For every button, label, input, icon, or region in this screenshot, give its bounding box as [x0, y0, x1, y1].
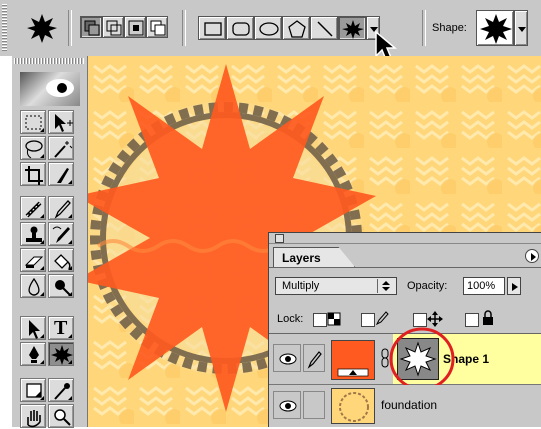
shape-layers-mode-button[interactable] — [80, 16, 102, 38]
fill-slider-icon — [337, 368, 369, 377]
marquee-tool[interactable] — [20, 110, 46, 134]
lock-all-checkbox[interactable] — [465, 313, 479, 327]
shape-picker[interactable] — [476, 10, 514, 46]
opacity-input[interactable]: 100% — [463, 277, 505, 295]
combine-icon — [150, 20, 166, 36]
custom-shape-icon — [342, 20, 364, 39]
lock-image-checkbox[interactable] — [361, 313, 375, 327]
healing-brush-tool[interactable] — [20, 196, 46, 220]
layer-visibility-toggle[interactable] — [273, 391, 301, 419]
magic-wand-tool[interactable] — [48, 136, 74, 160]
options-bar: Shape: — [0, 0, 541, 63]
layer-brush-indicator[interactable] — [303, 344, 325, 372]
brush-tool[interactable] — [48, 196, 74, 220]
tab-layers[interactable]: Layers — [273, 247, 355, 267]
layers-palette: Layers Multiply Opacity: 100% Lock: Shap… — [268, 232, 541, 427]
checker-icon — [327, 312, 341, 326]
layer-fill-thumbnail[interactable] — [331, 340, 375, 380]
toolbox-grip[interactable] — [14, 58, 84, 64]
lock-label: Lock: — [277, 313, 304, 325]
blend-mode-select[interactable]: Multiply — [275, 277, 397, 295]
shape-label: Shape: — [432, 22, 467, 34]
type-tool-glyph: T — [54, 317, 68, 339]
ellipse-tool-button[interactable] — [254, 16, 282, 40]
gear-thumbnail-icon — [339, 392, 369, 422]
shape-layers-icon — [84, 20, 100, 36]
polygon-tool-button[interactable] — [282, 16, 310, 40]
polygon-icon — [288, 20, 306, 38]
annotation-circle — [389, 327, 455, 391]
ellipse-icon — [259, 22, 279, 36]
tool-preset-picker[interactable] — [22, 10, 62, 46]
blend-mode-value: Multiply — [282, 280, 320, 292]
padlock-icon — [483, 310, 493, 325]
line-icon — [317, 21, 333, 37]
layer-row-foundation[interactable]: foundation — [269, 385, 541, 427]
triangle-right-icon — [531, 253, 536, 261]
options-bar-grip[interactable] — [2, 4, 7, 52]
opacity-value: 100% — [467, 280, 496, 292]
crop-tool[interactable] — [20, 162, 46, 186]
magnifier-icon — [54, 409, 71, 426]
adobe-online-logo[interactable] — [20, 72, 80, 106]
up-down-arrows-icon — [382, 281, 390, 291]
chevron-down-icon — [518, 27, 526, 32]
custom-shape-tool-button[interactable] — [338, 16, 366, 40]
pen-tool[interactable] — [20, 342, 46, 366]
layer-thumbnail[interactable] — [331, 388, 375, 424]
layer-name[interactable]: foundation — [381, 398, 437, 412]
zoom-tool[interactable] — [48, 404, 74, 428]
eye-logo-icon — [46, 79, 74, 97]
star-burst-shape-icon — [480, 14, 512, 44]
path-selection-tool[interactable] — [20, 316, 46, 340]
fill-pixels-mode-button[interactable] — [124, 16, 146, 38]
custom-shape-icon — [27, 14, 57, 43]
paths-icon — [106, 20, 122, 36]
layer-link-indicator[interactable] — [303, 391, 325, 419]
rectangle-tool-button[interactable] — [198, 16, 226, 40]
history-brush-tool[interactable] — [48, 222, 74, 246]
type-tool[interactable]: T — [48, 316, 74, 340]
blend-mode-arrows — [377, 279, 394, 293]
rounded-rectangle-icon — [232, 22, 250, 36]
combine-mode-button[interactable] — [146, 16, 168, 38]
dodge-tool[interactable] — [48, 274, 74, 298]
rounded-rectangle-tool-button[interactable] — [226, 16, 254, 40]
paint-bucket-tool[interactable] — [48, 248, 74, 272]
slice-tool[interactable] — [48, 162, 74, 186]
brush-lock-icon — [375, 311, 389, 326]
toolbox: T — [12, 56, 88, 428]
eye-icon — [279, 353, 297, 365]
line-tool-button[interactable] — [310, 16, 338, 40]
lock-transparency-checkbox[interactable] — [313, 313, 327, 327]
paintbrush-icon — [307, 351, 322, 369]
crop-icon — [25, 166, 43, 185]
blur-tool[interactable] — [20, 274, 46, 298]
layer-visibility-toggle[interactable] — [273, 344, 301, 372]
opacity-label: Opacity: — [407, 280, 448, 292]
lasso-tool[interactable] — [20, 136, 46, 160]
eyedropper-tool[interactable] — [48, 378, 74, 402]
notes-tool[interactable] — [20, 378, 46, 402]
palette-close-box[interactable] — [275, 234, 284, 243]
opacity-slider-button[interactable] — [507, 277, 521, 295]
paths-mode-button[interactable] — [102, 16, 124, 38]
shape-picker-dropdown[interactable] — [514, 10, 528, 46]
triangle-right-icon — [512, 283, 518, 291]
eraser-tool[interactable] — [20, 248, 46, 272]
fill-pixels-icon — [128, 20, 144, 36]
palette-menu-button[interactable] — [525, 249, 539, 263]
clone-stamp-tool[interactable] — [20, 222, 46, 246]
tab-layers-label: Layers — [282, 251, 321, 265]
magic-wand-icon — [54, 141, 73, 158]
custom-shape-tool[interactable] — [48, 342, 74, 366]
eye-icon — [279, 400, 297, 412]
hand-tool[interactable] — [20, 404, 46, 428]
move-tool[interactable] — [48, 110, 74, 134]
rectangle-icon — [204, 22, 222, 36]
move-arrow-icon — [55, 114, 73, 132]
hand-icon — [27, 410, 41, 428]
palette-title-strip[interactable] — [269, 233, 541, 244]
